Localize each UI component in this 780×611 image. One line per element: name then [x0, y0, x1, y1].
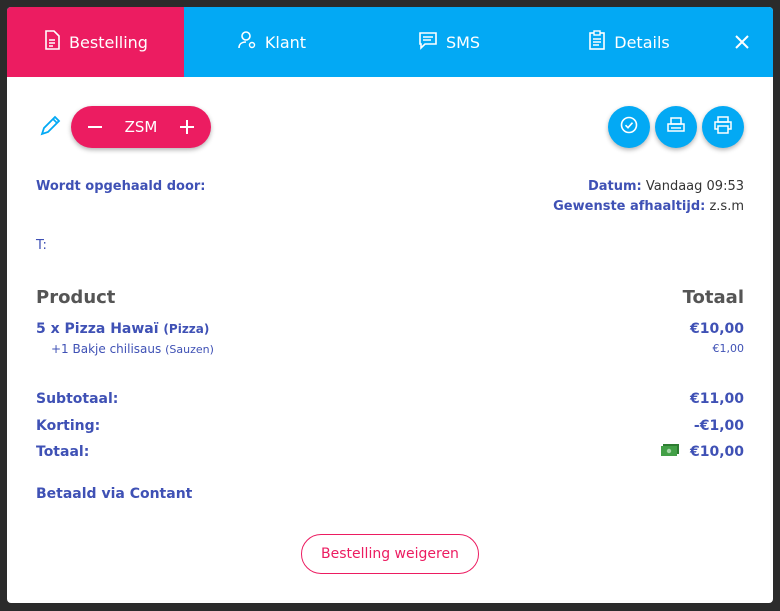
total-label: Totaal: — [36, 444, 90, 460]
print-button[interactable] — [702, 106, 744, 148]
extra-price: €1,00 — [712, 342, 745, 355]
tab-label: Details — [614, 32, 670, 52]
receipt-print-button[interactable] — [655, 106, 697, 148]
plus-button[interactable] — [167, 106, 207, 148]
date-label: Datum: — [587, 179, 642, 194]
order-dialog: Bestelling Klant SMS Details ZSM Wordt o… — [7, 7, 773, 603]
discount-label: Korting: — [36, 418, 101, 434]
clipboard-icon — [588, 30, 614, 54]
check-circle-icon — [620, 116, 638, 138]
pickup-time: Gewenste afhaaltijd: z.s.m — [553, 199, 744, 214]
tab-details[interactable]: Details — [539, 7, 719, 77]
tab-label: SMS — [445, 32, 481, 52]
cash-icon — [661, 444, 680, 460]
time-stepper: ZSM — [71, 106, 211, 148]
extra-name: +1 Bakje chilisaus — [51, 342, 162, 356]
item-category: (Pizza) — [163, 322, 210, 336]
user-icon — [237, 30, 265, 54]
minus-button[interactable] — [75, 106, 115, 148]
tab-bestelling[interactable]: Bestelling — [7, 7, 184, 77]
message-icon — [418, 30, 446, 54]
total-value: €10,00 — [689, 444, 744, 460]
product-column-header: Product — [36, 287, 116, 308]
tab-label: Klant — [264, 32, 307, 52]
tab-bar: Bestelling Klant SMS Details — [7, 7, 773, 77]
close-icon[interactable] — [729, 29, 755, 55]
order-item-name: 5 x Pizza Hawaï (Pizza) — [36, 321, 209, 337]
pencil-icon[interactable] — [37, 113, 63, 139]
total-amount: €10,00 — [661, 444, 744, 460]
printer-icon — [713, 116, 733, 138]
discount-value: -€1,00 — [693, 418, 744, 434]
document-icon — [43, 30, 69, 54]
pickup-label: Wordt opgehaald door: — [36, 179, 206, 194]
date-value: Vandaag 09:53 — [645, 179, 744, 194]
receipt-printer-icon — [666, 116, 686, 138]
time-value: z.s.m — [709, 199, 744, 214]
confirm-button[interactable] — [608, 106, 650, 148]
tab-klant[interactable]: Klant — [184, 7, 359, 77]
payment-method: Betaald via Contant — [36, 486, 193, 502]
subtotal-label: Subtotaal: — [36, 391, 119, 407]
order-date: Datum: Vandaag 09:53 — [588, 179, 744, 194]
subtotal-value: €11,00 — [689, 391, 744, 407]
phone-label: T: — [36, 238, 47, 253]
total-column-header: Totaal — [682, 287, 744, 308]
item-price: €10,00 — [689, 321, 744, 337]
item-extra: +1 Bakje chilisaus (Sauzen) — [51, 342, 214, 356]
refuse-order-button[interactable]: Bestelling weigeren — [301, 534, 479, 574]
extra-category: (Sauzen) — [165, 343, 214, 356]
tab-label: Bestelling — [69, 32, 148, 52]
tab-sms[interactable]: SMS — [359, 7, 539, 77]
stepper-value: ZSM — [124, 118, 158, 136]
time-label: Gewenste afhaaltijd: — [553, 199, 706, 214]
item-name: 5 x Pizza Hawaï — [36, 321, 159, 337]
